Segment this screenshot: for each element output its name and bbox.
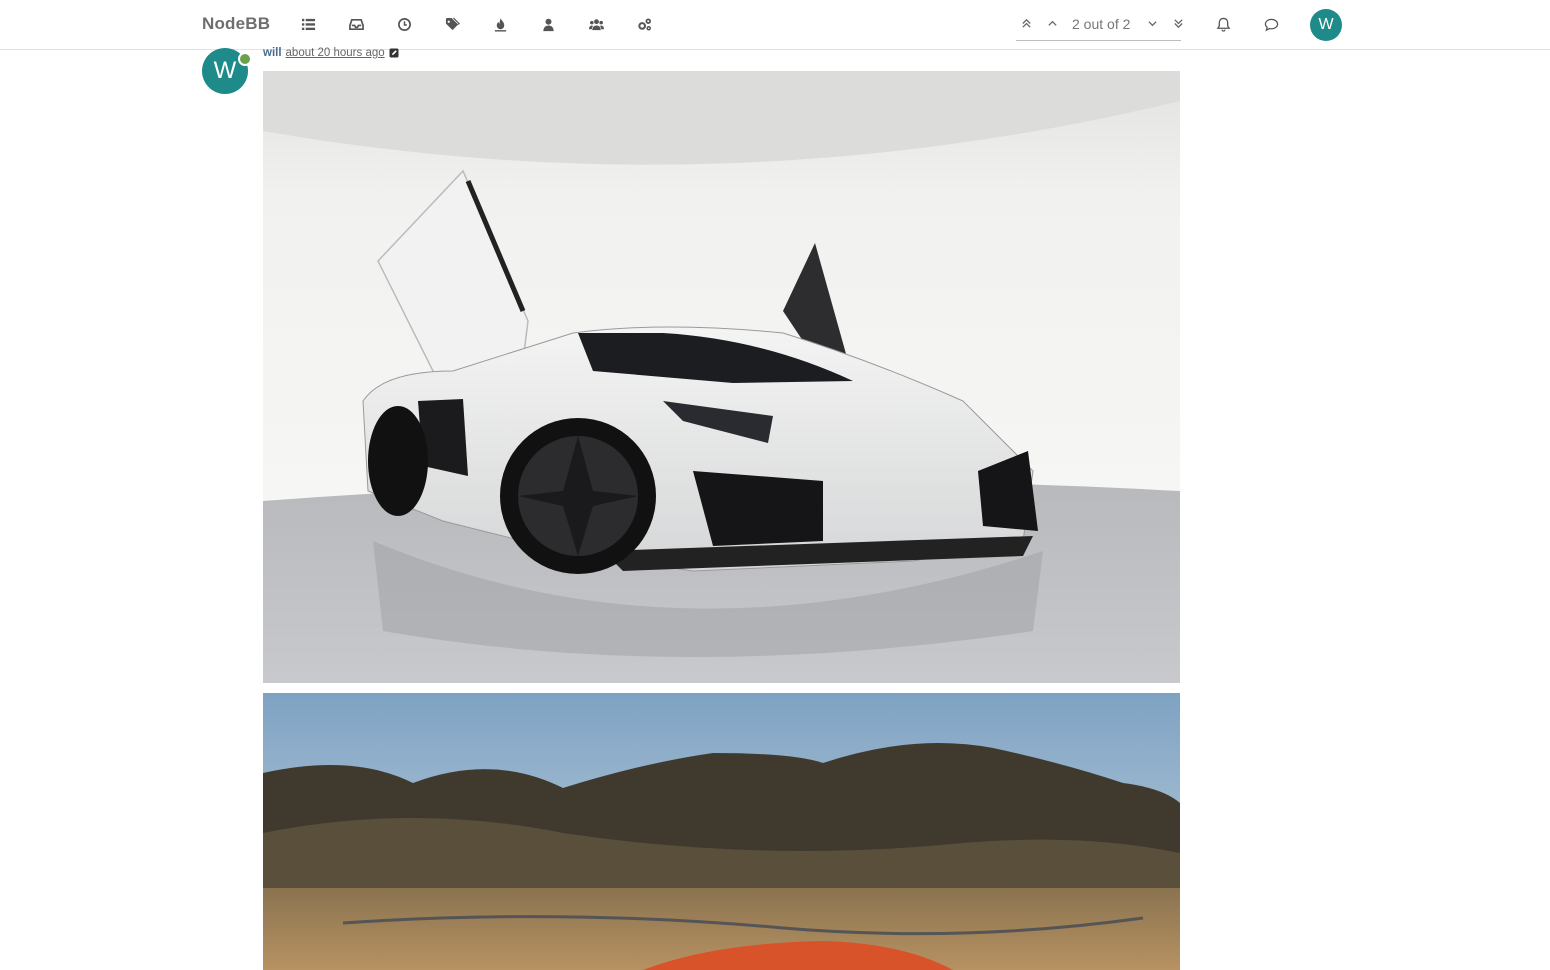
post-author[interactable]: will <box>263 47 282 59</box>
post-image-white-car[interactable] <box>263 71 1180 683</box>
notifications-icon[interactable] <box>1215 16 1231 32</box>
post-header: will about 20 hours ago <box>263 47 399 59</box>
next-post-icon[interactable] <box>1146 17 1158 29</box>
top-navbar: NodeBB 2 out of 2 W <box>0 0 1550 50</box>
popular-icon[interactable] <box>492 16 508 32</box>
brand-logo[interactable]: NodeBB <box>202 14 270 34</box>
tags-icon[interactable] <box>444 16 460 32</box>
prev-post-icon[interactable] <box>1046 17 1058 29</box>
groups-icon[interactable] <box>588 16 604 32</box>
categories-icon[interactable] <box>300 16 316 32</box>
recent-icon[interactable] <box>396 16 412 32</box>
post-image-mountain-car[interactable] <box>263 693 1180 970</box>
online-status-icon <box>238 52 252 66</box>
users-icon[interactable] <box>540 16 556 32</box>
first-post-icon[interactable] <box>1020 17 1032 29</box>
chats-icon[interactable] <box>1263 16 1279 32</box>
post-timestamp[interactable]: about 20 hours ago <box>286 47 385 59</box>
admin-icon[interactable] <box>636 16 652 32</box>
post-pagination: 2 out of 2 <box>1016 8 1184 41</box>
post-count[interactable]: 2 out of 2 <box>1072 16 1130 32</box>
user-avatar[interactable]: W <box>1310 9 1342 41</box>
edit-icon[interactable] <box>389 48 399 58</box>
unread-icon[interactable] <box>348 16 364 32</box>
last-post-icon[interactable] <box>1172 17 1184 29</box>
